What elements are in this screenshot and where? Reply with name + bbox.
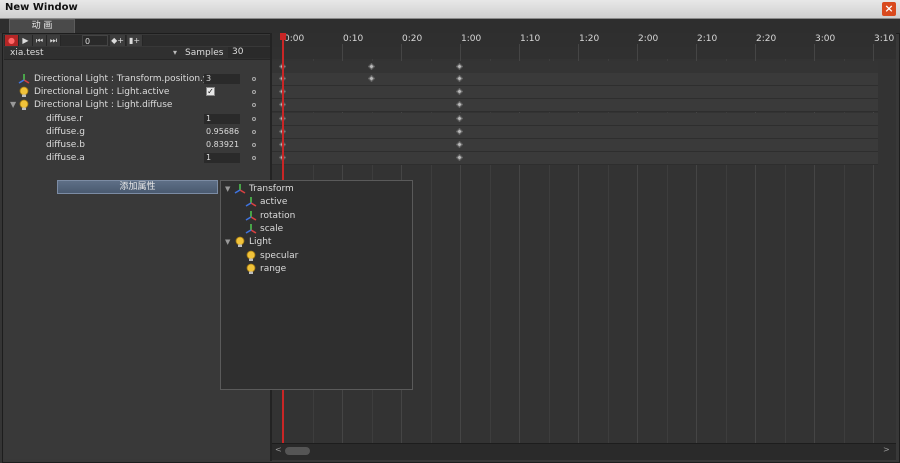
- light-bulb-icon: [234, 236, 246, 248]
- close-button[interactable]: ×: [882, 2, 896, 16]
- time-tick-label: 2:10: [697, 34, 718, 44]
- animation-window: New Window × 动 画 ● ▶ ⏮ ⏭ 0 ◆+ ▮+ xia.tes…: [0, 0, 900, 463]
- title-bar[interactable]: New Window ×: [0, 0, 900, 19]
- light-bulb-icon: [245, 250, 257, 262]
- property-value-field[interactable]: 0.95686: [204, 127, 240, 137]
- scroll-right-icon[interactable]: >: [883, 445, 890, 454]
- key-dot-icon[interactable]: [252, 90, 256, 94]
- time-tick-label: 2:00: [638, 34, 659, 44]
- time-tick-label: 1:00: [461, 34, 482, 44]
- event-row[interactable]: [272, 47, 896, 59]
- prev-key-icon[interactable]: ⏮: [33, 35, 47, 46]
- keyframe-row[interactable]: [272, 152, 878, 165]
- popup-item-label: Light: [249, 237, 272, 248]
- transform-icon: [245, 196, 257, 208]
- expand-triangle-icon[interactable]: ▼: [10, 100, 16, 109]
- play-icon[interactable]: ▶: [19, 35, 33, 46]
- property-label: Directional Light : Light.diffuse: [34, 100, 173, 110]
- key-dot-icon[interactable]: [252, 130, 256, 134]
- light-bulb-icon: [245, 263, 257, 275]
- popup-item-label: specular: [260, 250, 299, 261]
- property-value-field[interactable]: 1: [204, 114, 240, 124]
- property-row[interactable]: Directional Light : Transform.position.y…: [4, 73, 270, 86]
- time-tick-label: 0:00: [284, 34, 305, 44]
- key-dot-icon[interactable]: [252, 103, 256, 107]
- time-tick-label: 0:10: [343, 34, 364, 44]
- transform-icon: [245, 210, 257, 222]
- key-dot-icon[interactable]: [252, 156, 256, 160]
- tab-strip: [0, 19, 900, 33]
- next-key-icon[interactable]: ⏭: [47, 35, 61, 46]
- expand-triangle-icon[interactable]: ▼: [225, 185, 230, 193]
- property-label: diffuse.g: [46, 127, 85, 137]
- property-row[interactable]: diffuse.b 0.83921: [4, 139, 270, 152]
- property-value-field[interactable]: 0.83921: [204, 140, 240, 150]
- record-icon[interactable]: ●: [5, 35, 19, 46]
- clip-name[interactable]: xia.test: [10, 48, 44, 58]
- add-property-popup: ▼ Transform active rotation scale ▼ Light specu…: [220, 180, 413, 390]
- keyframe-row[interactable]: [272, 99, 878, 112]
- property-value-field[interactable]: 3: [204, 74, 240, 84]
- light-bulb-icon: [18, 86, 30, 98]
- property-row[interactable]: diffuse.a 1: [4, 152, 270, 165]
- time-tick-label: 2:20: [756, 34, 777, 44]
- transform-icon: [245, 223, 257, 235]
- horizontal-scrollbar[interactable]: [272, 443, 896, 460]
- property-label: diffuse.b: [46, 140, 85, 150]
- add-property-button[interactable]: 添加属性: [57, 180, 218, 194]
- property-value-field[interactable]: 1: [204, 153, 240, 163]
- property-label: diffuse.a: [46, 153, 85, 163]
- samples-label: Samples: [185, 48, 224, 58]
- property-row[interactable]: ▼ Directional Light : Light.diffuse: [4, 99, 270, 112]
- key-dot-icon[interactable]: [252, 143, 256, 147]
- popup-item-label: active: [260, 197, 288, 208]
- window-title: New Window: [5, 2, 78, 13]
- keyframe-row[interactable]: [272, 126, 878, 139]
- tab-animation[interactable]: 动 画: [9, 19, 75, 34]
- time-tick-label: 1:20: [579, 34, 600, 44]
- property-label: Directional Light : Transform.position.y: [34, 74, 209, 84]
- popup-item-label: Transform: [249, 184, 294, 194]
- light-bulb-icon: [18, 99, 30, 111]
- property-row[interactable]: Directional Light : Light.active ✓: [4, 86, 270, 99]
- keyframe-row[interactable]: [272, 73, 878, 86]
- time-tick-label: 3:10: [874, 34, 895, 44]
- time-tick-label: 0:20: [402, 34, 423, 44]
- transform-icon: [18, 73, 30, 85]
- transform-icon: [234, 183, 246, 195]
- add-keyframe-icon[interactable]: ◆+: [110, 35, 126, 46]
- keyframe-row[interactable]: [272, 86, 878, 99]
- scroll-left-icon[interactable]: <: [275, 445, 282, 454]
- property-label: diffuse.r: [46, 114, 83, 124]
- scrollbar-thumb[interactable]: [285, 447, 310, 455]
- time-tick-label: 1:10: [520, 34, 541, 44]
- chevron-down-icon[interactable]: ▾: [173, 48, 177, 57]
- key-dot-icon[interactable]: [252, 117, 256, 121]
- key-dot-icon[interactable]: [252, 77, 256, 81]
- samples-input[interactable]: 30: [228, 47, 270, 58]
- time-tick-label: 3:00: [815, 34, 836, 44]
- keyframe-row[interactable]: [272, 113, 878, 126]
- keyframe-row[interactable]: [272, 139, 878, 152]
- popup-item-label: rotation: [260, 210, 296, 221]
- expand-triangle-icon[interactable]: ▼: [225, 238, 230, 246]
- property-row[interactable]: diffuse.r 1: [4, 113, 270, 126]
- popup-item-label: scale: [260, 223, 284, 234]
- active-checkbox[interactable]: ✓: [206, 87, 215, 96]
- add-event-icon[interactable]: ▮+: [127, 35, 143, 46]
- property-label: Directional Light : Light.active: [34, 87, 170, 97]
- frame-input[interactable]: 0: [82, 35, 108, 46]
- popup-item-label: range: [260, 263, 287, 274]
- property-row[interactable]: diffuse.g 0.95686: [4, 126, 270, 139]
